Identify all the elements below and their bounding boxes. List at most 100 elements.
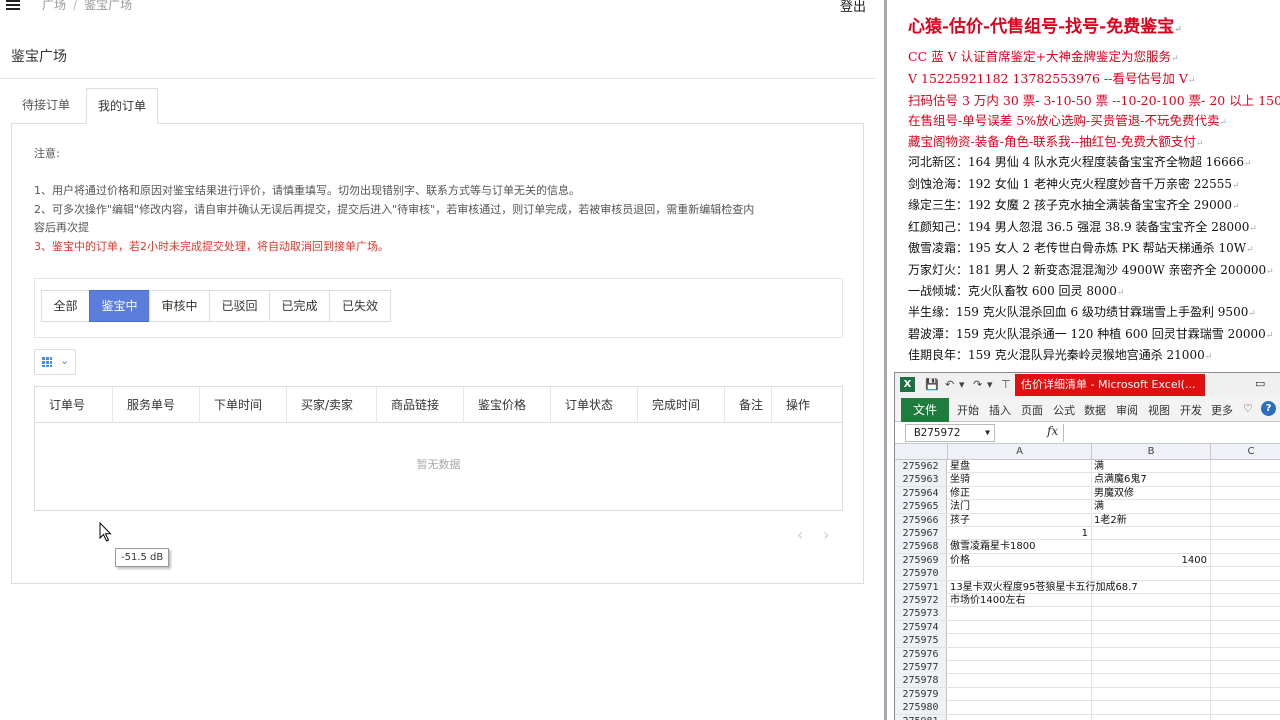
cell-b[interactable] bbox=[1092, 634, 1211, 648]
row-number[interactable]: 275981 bbox=[895, 714, 947, 720]
customize-toolbar-icon[interactable]: ⊤ bbox=[1001, 378, 1011, 391]
cell-b[interactable]: 点满魔6鬼7 bbox=[1092, 473, 1211, 487]
th-order-no[interactable]: 订单号 bbox=[35, 387, 113, 423]
row-number[interactable]: 275980 bbox=[895, 701, 947, 715]
cell-a[interactable]: 傲雪凌霜星卡1800 bbox=[948, 540, 1092, 554]
cell-a[interactable] bbox=[948, 687, 1092, 701]
row-number[interactable]: 275974 bbox=[895, 620, 947, 634]
ribbon-tab-home[interactable]: 开始 bbox=[957, 402, 979, 418]
cell-b[interactable]: 满 bbox=[1092, 500, 1211, 514]
column-header-c[interactable]: C bbox=[1211, 444, 1280, 460]
cell-a[interactable] bbox=[948, 634, 1092, 648]
filter-appraising-button[interactable]: 鉴宝中 bbox=[89, 290, 150, 322]
cell-b[interactable] bbox=[1092, 594, 1211, 607]
cell-a[interactable] bbox=[948, 607, 1092, 621]
menu-icon[interactable] bbox=[6, 0, 20, 10]
row-number[interactable]: 275969 bbox=[895, 553, 947, 567]
row-number[interactable]: 275967 bbox=[895, 527, 947, 540]
row-number[interactable]: 275976 bbox=[895, 647, 947, 661]
help-icon[interactable]: ? bbox=[1261, 401, 1276, 416]
breadcrumb-item-plaza[interactable]: 广场 bbox=[42, 0, 66, 12]
logout-link[interactable]: 登出 bbox=[840, 0, 866, 15]
row-number[interactable]: 275972 bbox=[895, 594, 947, 607]
ribbon-tab-review[interactable]: 审阅 bbox=[1116, 402, 1138, 418]
cell-a[interactable]: 坐骑 bbox=[948, 473, 1092, 487]
th-order-time[interactable]: 下单时间 bbox=[200, 387, 287, 423]
filter-all-button[interactable]: 全部 bbox=[41, 290, 90, 322]
cell-b[interactable] bbox=[1092, 620, 1211, 634]
cell-a[interactable]: 修正 bbox=[948, 486, 1092, 500]
row-number[interactable]: 275968 bbox=[895, 540, 947, 554]
row-number[interactable]: 275970 bbox=[895, 567, 947, 581]
cell-a[interactable] bbox=[948, 661, 1092, 674]
fx-icon[interactable]: fx bbox=[1047, 424, 1058, 438]
th-service-no[interactable]: 服务单号 bbox=[113, 387, 200, 423]
cell-a[interactable]: 13星卡双火程度95苍狼星卡五行加成68.7 bbox=[948, 580, 1138, 594]
cell-b[interactable] bbox=[1092, 714, 1211, 720]
row-number[interactable]: 275973 bbox=[895, 607, 947, 621]
cell-a[interactable] bbox=[948, 701, 1092, 715]
cell-b[interactable] bbox=[1092, 687, 1211, 701]
name-box[interactable]: B275972 ▼ bbox=[905, 424, 995, 442]
cell-a[interactable] bbox=[948, 620, 1092, 634]
cell-b[interactable]: 满 bbox=[1092, 460, 1211, 473]
row-number[interactable]: 275979 bbox=[895, 687, 947, 701]
undo-icon[interactable]: ↶ bbox=[945, 378, 954, 391]
th-appraisal-price[interactable]: 鉴宝价格 bbox=[464, 387, 551, 423]
cell-b[interactable] bbox=[1092, 674, 1211, 688]
cell-a[interactable]: 1 bbox=[948, 527, 1092, 540]
th-buyer-seller[interactable]: 买家/卖家 bbox=[287, 387, 377, 423]
cell-b[interactable] bbox=[1092, 661, 1211, 674]
ribbon-collapse-icon[interactable]: ♡ bbox=[1243, 402, 1253, 415]
column-toggle-button[interactable]: ⌄ bbox=[34, 349, 76, 375]
row-number[interactable]: 275966 bbox=[895, 513, 947, 527]
pager-next-button[interactable]: › bbox=[823, 525, 829, 544]
formula-input[interactable] bbox=[1063, 424, 1280, 442]
th-item-link[interactable]: 商品链接 bbox=[377, 387, 464, 423]
ribbon-tab-page[interactable]: 页面 bbox=[1021, 402, 1043, 418]
minimize-icon[interactable]: ▭ bbox=[1255, 377, 1265, 390]
cell-b[interactable] bbox=[1092, 701, 1211, 715]
ribbon-tab-file[interactable]: 文件 bbox=[901, 398, 949, 422]
column-header-b[interactable]: B bbox=[1092, 444, 1211, 460]
th-order-status[interactable]: 订单状态 bbox=[551, 387, 638, 423]
cell-b[interactable] bbox=[1092, 567, 1211, 581]
th-remark[interactable]: 备注 bbox=[725, 387, 772, 423]
ribbon-tab-insert[interactable]: 插入 bbox=[989, 402, 1011, 418]
ribbon-tab-view[interactable]: 视图 bbox=[1148, 402, 1170, 418]
redo-icon[interactable]: ↷ bbox=[973, 378, 982, 391]
redo-dropdown-icon[interactable]: ▾ bbox=[987, 378, 993, 391]
cell-a[interactable]: 星盘 bbox=[948, 460, 1092, 473]
th-complete-time[interactable]: 完成时间 bbox=[638, 387, 725, 423]
filter-expired-button[interactable]: 已失效 bbox=[329, 290, 391, 322]
row-number[interactable]: 275977 bbox=[895, 661, 947, 674]
save-icon[interactable]: 💾 bbox=[925, 378, 939, 391]
filter-completed-button[interactable]: 已完成 bbox=[269, 290, 330, 322]
row-number[interactable]: 275975 bbox=[895, 634, 947, 648]
chevron-down-icon[interactable]: ▼ bbox=[985, 425, 990, 441]
row-number[interactable]: 275963 bbox=[895, 473, 947, 487]
ribbon-tab-developer[interactable]: 开发 bbox=[1180, 402, 1202, 418]
cell-b[interactable] bbox=[1092, 527, 1211, 540]
cell-a[interactable]: 法门 bbox=[948, 500, 1092, 514]
ribbon-tab-formula[interactable]: 公式 bbox=[1053, 402, 1075, 418]
column-header-a[interactable]: A bbox=[948, 444, 1092, 460]
cell-b[interactable] bbox=[1092, 607, 1211, 621]
cell-b[interactable]: 1老2新 bbox=[1092, 513, 1211, 527]
cell-a[interactable] bbox=[948, 647, 1092, 661]
cell-b[interactable] bbox=[1092, 647, 1211, 661]
filter-rejected-button[interactable]: 已驳回 bbox=[209, 290, 270, 322]
row-number[interactable]: 275964 bbox=[895, 486, 947, 500]
pager-prev-button[interactable]: ‹ bbox=[797, 525, 803, 544]
row-number[interactable]: 275965 bbox=[895, 500, 947, 514]
ribbon-tab-data[interactable]: 数据 bbox=[1084, 402, 1106, 418]
cell-b[interactable]: 男魔双修 bbox=[1092, 486, 1211, 500]
row-number[interactable]: 275971 bbox=[895, 580, 947, 594]
tab-my-orders[interactable]: 我的订单 bbox=[86, 88, 159, 124]
cell-a[interactable]: 孩子 bbox=[948, 513, 1092, 527]
cell-a[interactable]: 价格 bbox=[948, 553, 1092, 567]
cell-b[interactable] bbox=[1092, 540, 1211, 554]
th-action[interactable]: 操作 bbox=[772, 387, 842, 423]
cell-a[interactable] bbox=[948, 567, 1092, 581]
cell-a[interactable]: 市场价1400左右 bbox=[948, 594, 1092, 607]
